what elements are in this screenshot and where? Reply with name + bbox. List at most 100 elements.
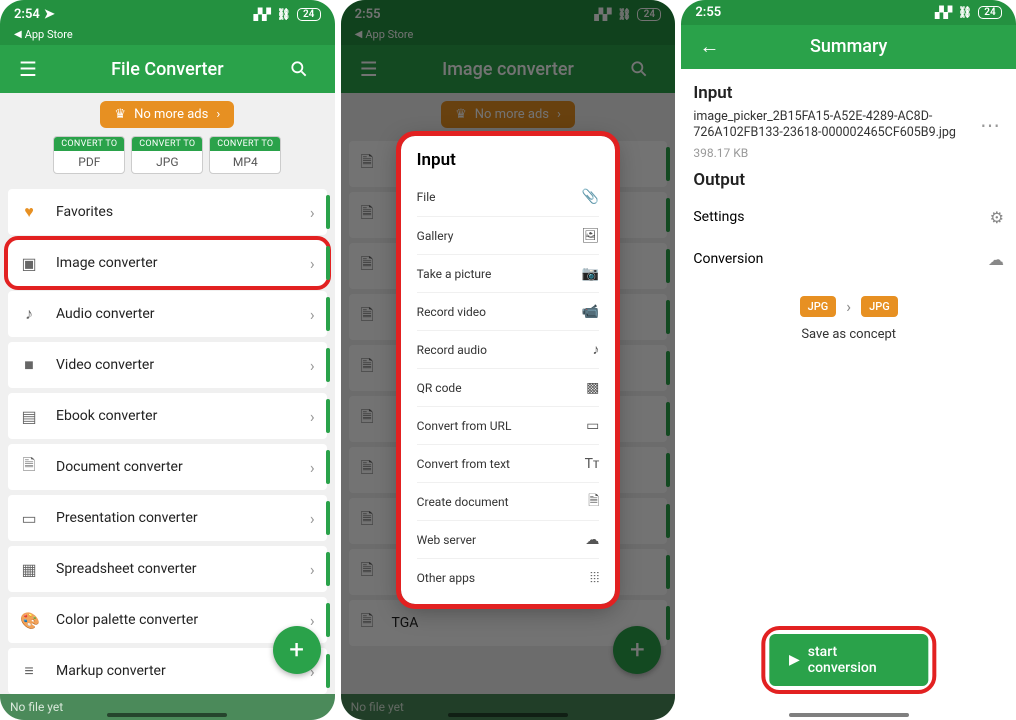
chevron-right-icon: ›	[310, 356, 315, 375]
list-item-document[interactable]: 🗎 Document converter ›	[8, 444, 327, 490]
status-time: 2:55	[355, 7, 381, 22]
status-bar: 2:55 ▞▞ ⛓ 24	[341, 0, 676, 28]
list-item-favorites[interactable]: ♥ Favorites ›	[8, 189, 327, 235]
accent-strip	[326, 501, 330, 535]
doc-icon: 🗎	[588, 490, 599, 514]
arrow-right-icon: ›	[846, 297, 851, 316]
menu-button[interactable]: ☰	[10, 57, 46, 81]
no-more-ads-chip[interactable]: ♛ No more ads ›	[441, 101, 575, 128]
book-icon: ▤	[20, 407, 38, 426]
music-icon: ♪	[592, 341, 599, 358]
no-ads-label: No more ads	[134, 107, 208, 122]
home-indicator	[448, 713, 568, 717]
input-create-doc[interactable]: Create document🗎	[417, 482, 600, 520]
save-as-concept[interactable]: Save as concept	[693, 327, 1004, 342]
back-label: App Store	[365, 28, 413, 41]
content-list: ♛ No more ads › CONVERT TO PDF CONVERT T…	[0, 93, 335, 720]
input-file-row: image_picker_2B15FA15-A52E-4289-AC8D-726…	[693, 109, 1004, 161]
settings-row[interactable]: Settings ⚙	[693, 196, 1004, 238]
input-text[interactable]: Convert from textTᴛ	[417, 444, 600, 482]
list-item-image-converter[interactable]: ▣ Image converter ›	[8, 240, 327, 286]
input-web-server[interactable]: Web server☁	[417, 520, 600, 558]
grid-icon: ▦	[20, 560, 38, 579]
menu-button[interactable]: ☰	[351, 57, 387, 81]
accent-strip	[326, 603, 330, 637]
page-title: Image converter	[387, 59, 630, 80]
status-time: 2:54	[14, 7, 40, 22]
list-item-video[interactable]: ■ Video converter ›	[8, 342, 327, 388]
page-title: Summary	[727, 36, 970, 57]
chip-jpg[interactable]: CONVERT TO JPG	[131, 136, 203, 174]
status-bar: 2:55 ▞▞ ⛓ 24	[681, 0, 1016, 25]
list-item-audio[interactable]: ♪ Audio converter ›	[8, 291, 327, 337]
chevron-right-icon: ›	[310, 560, 315, 579]
heart-icon: ♥	[20, 202, 38, 222]
search-button[interactable]	[289, 59, 325, 79]
chip-mp4[interactable]: CONVERT TO MP4	[209, 136, 281, 174]
app-bar: ← Summary	[681, 25, 1016, 68]
text-icon: Tᴛ	[585, 455, 600, 472]
from-format-chip[interactable]: JPG	[800, 296, 837, 317]
search-button[interactable]	[629, 59, 665, 79]
list-item-presentation[interactable]: ▭ Presentation converter ›	[8, 495, 327, 541]
input-file[interactable]: File📎	[417, 178, 600, 216]
chevron-right-icon: ›	[310, 305, 315, 324]
more-menu-button[interactable]: ⋯	[976, 109, 1004, 141]
chevron-right-icon: ›	[310, 203, 315, 222]
gear-icon: ⚙	[990, 208, 1004, 227]
accent-strip	[326, 195, 330, 229]
status-time: 2:55	[695, 5, 721, 20]
back-label: App Store	[25, 28, 73, 41]
input-take-picture[interactable]: Take a picture📷	[417, 254, 600, 292]
to-format-chip[interactable]: JPG	[861, 296, 898, 317]
start-conversion-highlight: ▶ start conversion	[765, 630, 932, 690]
input-filesize: 398.17 KB	[693, 146, 964, 160]
home-indicator	[789, 713, 909, 717]
signal-icon: ▞▞	[594, 8, 611, 21]
chip-pdf[interactable]: CONVERT TO PDF	[53, 136, 125, 174]
attach-icon: 📎	[582, 189, 599, 205]
input-record-video[interactable]: Record video📹	[417, 292, 600, 330]
settings-label: Settings	[693, 209, 744, 225]
input-heading: Input	[693, 83, 1004, 103]
web-icon: ▭	[586, 418, 599, 434]
link-icon: ⛓	[958, 6, 972, 19]
chevron-right-icon: ›	[557, 107, 561, 122]
input-gallery[interactable]: Gallery🖼	[417, 216, 600, 254]
no-more-ads-chip[interactable]: ♛ No more ads ›	[100, 101, 234, 128]
fab-add[interactable]: +	[613, 626, 661, 674]
status-bar: 2:54 ➤ ▞▞ ⛓ 24	[0, 0, 335, 28]
input-record-audio[interactable]: Record audio♪	[417, 330, 600, 368]
back-to-appstore[interactable]: ◀ App Store	[341, 28, 676, 45]
chevron-right-icon: ›	[216, 107, 220, 122]
conversion-label: Conversion	[693, 251, 763, 267]
palette-icon: 🎨	[20, 611, 38, 630]
back-button[interactable]: ←	[691, 34, 727, 59]
apps-icon: ⦙⦙⦙	[590, 570, 599, 586]
input-other-apps[interactable]: Other apps⦙⦙⦙	[417, 558, 600, 596]
conversion-row[interactable]: Conversion ☁	[693, 238, 1004, 280]
music-icon: ♪	[20, 304, 38, 324]
location-icon: ➤	[44, 7, 55, 22]
start-conversion-button[interactable]: ▶ start conversion	[769, 634, 928, 686]
accent-strip	[326, 348, 330, 382]
input-qr[interactable]: QR code▩	[417, 368, 600, 406]
home-indicator	[107, 713, 227, 717]
play-icon: ▶	[789, 652, 800, 668]
chevron-right-icon: ›	[310, 509, 315, 528]
camera-icon: 📷	[582, 266, 599, 282]
accent-strip	[326, 297, 330, 331]
qr-icon: ▩	[586, 380, 599, 396]
list-item-ebook[interactable]: ▤ Ebook converter ›	[8, 393, 327, 439]
back-to-appstore[interactable]: ◀ App Store	[0, 28, 335, 45]
file-icon	[361, 610, 374, 637]
fab-add[interactable]: +	[273, 626, 321, 674]
accent-strip	[326, 246, 330, 280]
link-icon: ⛓	[277, 8, 291, 21]
modal-title: Input	[417, 150, 600, 170]
input-url[interactable]: Convert from URL▭	[417, 406, 600, 444]
list-item-spreadsheet[interactable]: ▦ Spreadsheet converter ›	[8, 546, 327, 592]
chevron-right-icon: ›	[310, 254, 315, 273]
videocam-icon: 📹	[582, 304, 599, 320]
link-icon: ⛓	[617, 8, 631, 21]
